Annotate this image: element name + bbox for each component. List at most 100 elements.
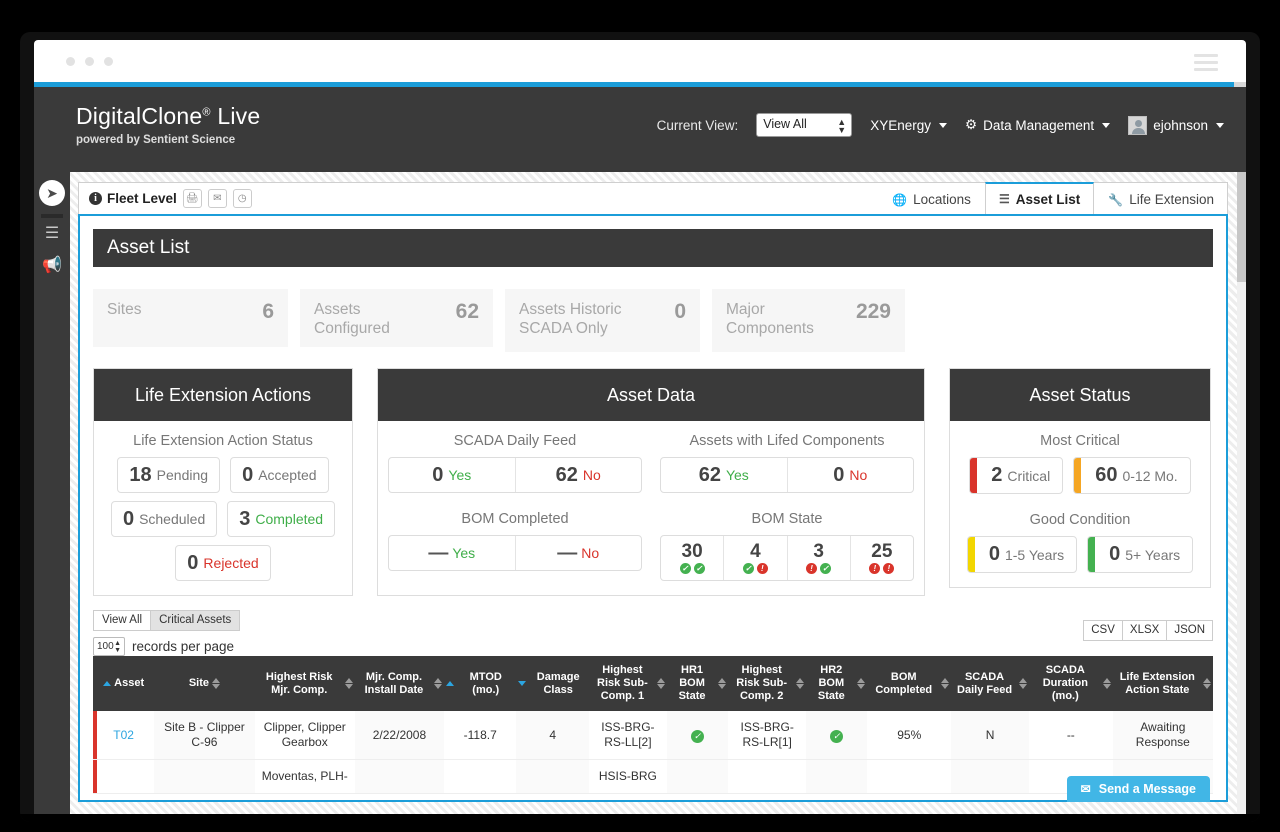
bom-state-cell[interactable]: 4 ✓ ! xyxy=(723,536,786,580)
lifed-components-yes[interactable]: 62 Yes xyxy=(661,458,787,492)
col-label: Damage Class xyxy=(536,670,580,696)
records-per-page-select[interactable]: 100 ▲ ▼ xyxy=(93,637,125,656)
table-row[interactable]: T02 Site B - Clipper C-96 Clipper, Clipp… xyxy=(93,711,1213,760)
sort-icon[interactable] xyxy=(857,678,866,689)
col-site[interactable]: Site xyxy=(154,656,255,711)
bom-completed-no[interactable]: — No xyxy=(514,536,642,570)
export-csv-button[interactable]: CSV xyxy=(1083,620,1123,641)
records-per-page-row: 100 ▲ ▼ records per page xyxy=(93,637,1213,656)
sort-icon[interactable] xyxy=(1019,678,1028,689)
col-hr1-bom-state[interactable]: HR1 BOM State xyxy=(666,656,729,711)
page-scrollbar[interactable] xyxy=(1237,172,1246,814)
scada-daily-feed-yes[interactable]: 0 Yes xyxy=(389,458,515,492)
megaphone-icon[interactable]: 📢 xyxy=(42,256,62,276)
col-damage-class[interactable]: Damage Class xyxy=(516,656,589,711)
group-label: BOM Completed xyxy=(461,511,569,527)
cell-asset[interactable] xyxy=(93,759,155,794)
hamburger-icon[interactable] xyxy=(1194,54,1218,75)
export-json-button[interactable]: JSON xyxy=(1167,620,1213,641)
stat-assets-configured[interactable]: Assets Configured 62 xyxy=(300,289,493,347)
export-xlsx-button[interactable]: XLSX xyxy=(1122,620,1168,641)
lifed-components-no[interactable]: 0 No xyxy=(786,458,914,492)
pill-5-plus-years[interactable]: 0 5+ Years xyxy=(1087,536,1194,573)
stat-value: 62 xyxy=(455,300,479,323)
filter-critical-assets-button[interactable]: Critical Assets xyxy=(151,610,241,631)
col-hr2-bom-state[interactable]: HR2 BOM State xyxy=(806,656,868,711)
window-close-dot[interactable] xyxy=(66,57,75,66)
records-per-page-value: 100 xyxy=(97,641,114,652)
info-icon[interactable]: i xyxy=(89,192,102,205)
scrollbar-thumb[interactable] xyxy=(1237,172,1246,282)
cell-scada-daily-feed: N xyxy=(951,711,1030,760)
tab-locations[interactable]: 🌐 Locations xyxy=(878,184,985,214)
sort-icon[interactable] xyxy=(718,678,727,689)
col-highest-risk-mjr-comp[interactable]: Highest Risk Mjr. Comp. xyxy=(254,656,355,711)
stat-assets-historic-scada[interactable]: Assets Historic SCADA Only 0 xyxy=(505,289,700,352)
pill-pending[interactable]: 18 Pending xyxy=(117,457,221,493)
org-menu-label: XYEnergy xyxy=(870,117,931,133)
good-condition-pills: 0 1-5 Years 0 5+ Years xyxy=(960,536,1200,573)
sort-icon[interactable] xyxy=(1102,678,1111,689)
sort-icon[interactable] xyxy=(796,678,805,689)
window-maximize-dot[interactable] xyxy=(104,57,113,66)
pill-critical[interactable]: 2 Critical xyxy=(969,457,1064,494)
stat-sites[interactable]: Sites 6 xyxy=(93,289,288,347)
list-icon[interactable]: ☰ xyxy=(42,224,62,244)
device-bottom-bar xyxy=(20,814,1260,822)
clock-icon[interactable]: ◷ xyxy=(232,189,252,208)
col-asset[interactable]: Asset xyxy=(93,656,155,711)
pill-scheduled[interactable]: 0 Scheduled xyxy=(110,501,218,537)
bom-completed-yes[interactable]: — Yes xyxy=(389,536,515,570)
bom-state-cell[interactable]: 25 ! ! xyxy=(849,536,913,580)
user-menu[interactable]: ejohnson xyxy=(1128,115,1224,135)
pill-completed[interactable]: 3 Completed xyxy=(227,501,336,537)
pill-value: 3 xyxy=(239,507,251,530)
arrow-right-icon[interactable]: ➤ xyxy=(39,180,65,206)
sort-icon[interactable] xyxy=(941,678,950,689)
print-icon[interactable]: 🖨 xyxy=(182,189,202,208)
scada-daily-feed-no[interactable]: 62 No xyxy=(514,458,642,492)
bom-state-cell[interactable]: 30 ✓ ✓ xyxy=(661,536,723,580)
pill-accepted[interactable]: 0 Accepted xyxy=(230,457,329,493)
brand-title: DigitalClone® Live xyxy=(76,103,260,130)
col-mjr-comp-install-date[interactable]: Mjr. Comp. Install Date xyxy=(354,656,445,711)
table-row[interactable]: Moventas, PLH- HSIS-BRG xyxy=(93,759,1213,794)
pill-0-12-months[interactable]: 60 0-12 Mo. xyxy=(1073,457,1191,494)
bom-state-cell[interactable]: 3 ! ✓ xyxy=(786,536,850,580)
sort-icon[interactable] xyxy=(434,678,443,689)
scada-daily-feed-group: SCADA Daily Feed 0 Yes 62 No xyxy=(388,433,642,493)
data-management-menu[interactable]: ⚙ Data Management xyxy=(965,117,1111,133)
tab-life-extension[interactable]: 🔧 Life Extension xyxy=(1094,184,1228,214)
col-mtod[interactable]: MTOD (mo.) xyxy=(444,656,517,711)
alert-badge-icon: ! xyxy=(756,563,768,574)
mail-icon[interactable]: ✉ xyxy=(207,189,227,208)
sort-icon[interactable] xyxy=(212,678,221,689)
pill-1-5-years[interactable]: 0 1-5 Years xyxy=(966,536,1078,573)
stat-major-components[interactable]: Major Components 229 xyxy=(712,289,905,352)
label: Yes xyxy=(448,467,472,483)
sort-icon[interactable] xyxy=(344,678,353,689)
org-menu[interactable]: XYEnergy xyxy=(870,118,947,133)
sort-icon[interactable] xyxy=(518,681,527,686)
col-label: Mjr. Comp. Install Date xyxy=(364,670,424,696)
col-hr-sub-comp-2[interactable]: Highest Risk Sub-Comp. 2 xyxy=(728,656,807,711)
current-view-select[interactable]: View All ▲ ▼ xyxy=(756,113,853,137)
group-label: SCADA Daily Feed xyxy=(453,433,577,449)
asset-link[interactable]: T02 xyxy=(113,728,134,742)
cell-asset[interactable]: T02 xyxy=(93,711,155,760)
filter-view-all-button[interactable]: View All xyxy=(93,610,152,631)
col-bom-completed[interactable]: BOM Completed xyxy=(867,656,952,711)
sort-icon[interactable] xyxy=(103,681,112,686)
col-scada-duration[interactable]: SCADA Duration (mo.) xyxy=(1029,656,1113,711)
sort-icon[interactable] xyxy=(1203,678,1211,689)
col-life-extension-action-state[interactable]: Life Extension Action State xyxy=(1112,656,1213,711)
col-scada-daily-feed[interactable]: SCADA Daily Feed xyxy=(951,656,1030,711)
sort-icon[interactable] xyxy=(446,681,455,686)
pill-rejected[interactable]: 0 Rejected xyxy=(175,545,271,581)
window-minimize-dot[interactable] xyxy=(85,57,94,66)
sort-icon[interactable] xyxy=(656,678,665,689)
send-a-message-button[interactable]: ✉ Send a Message xyxy=(1066,776,1210,802)
tab-asset-list[interactable]: ☰ Asset List xyxy=(984,182,1095,214)
window-controls[interactable] xyxy=(66,57,113,66)
col-hr-sub-comp-1[interactable]: Highest Risk Sub-Comp. 1 xyxy=(588,656,667,711)
